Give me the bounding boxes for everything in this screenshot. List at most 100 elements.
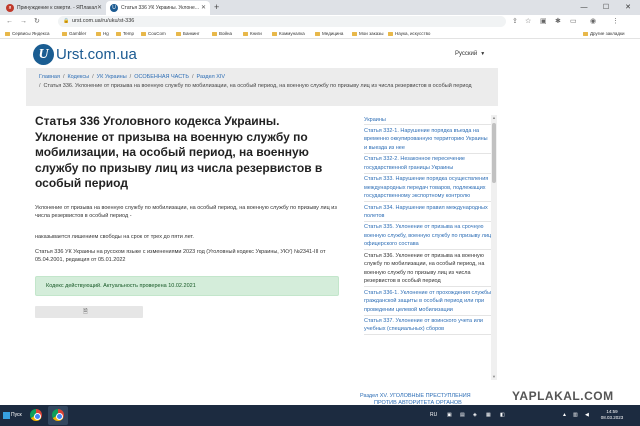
breadcrumb-codes[interactable]: Кодексы bbox=[67, 74, 89, 80]
windows-taskbar: Пуск RU ▣ ▤ ◈ ▦ ◧ ▲ ▥ ◀ 14:59 08.03.2023 bbox=[0, 405, 640, 426]
sidebar-item[interactable]: Статья 335. Уклонение от призыва на сроч… bbox=[364, 223, 492, 251]
scroll-down-icon[interactable]: ▼ bbox=[491, 374, 497, 380]
share-icon[interactable]: ⇪ bbox=[512, 16, 518, 27]
screen: я Принуждение к смерти. - ЯПлакал ✕ U Ст… bbox=[0, 0, 640, 426]
caret-down-icon: ▼ bbox=[480, 51, 486, 57]
bookmark-item[interactable]: Gambler bbox=[62, 28, 86, 39]
breadcrumb-separator: / bbox=[191, 74, 194, 80]
breadcrumb-special-part[interactable]: ОСОБЕННАЯ ЧАСТЬ bbox=[134, 74, 189, 80]
forward-icon[interactable]: → bbox=[20, 16, 27, 27]
bookmark-item[interactable]: Наука, искусство bbox=[388, 28, 430, 39]
sidebar-section-heading[interactable]: Раздел XV. УГОЛОВНЫЕ ПРЕСТУПЛЕНИЯ bbox=[360, 392, 494, 400]
taskbar-clock[interactable]: 14:59 08.03.2023 bbox=[598, 409, 626, 421]
watermark: YAPLAKAL.COM bbox=[512, 389, 614, 403]
sidebar-item[interactable]: Статья 332-2. Незаконное пересечение гос… bbox=[364, 155, 492, 174]
bookmark-item[interactable]: Книги bbox=[243, 28, 262, 39]
language-label: Русский bbox=[455, 51, 478, 57]
scroll-up-icon[interactable]: ▲ bbox=[491, 115, 497, 121]
browser-tab-bar: я Принуждение к смерти. - ЯПлакал ✕ U Ст… bbox=[0, 0, 640, 15]
folder-icon bbox=[212, 31, 217, 36]
url-input[interactable]: 🔒 urst.com.ua/ru/uku/st-336 bbox=[58, 16, 506, 27]
extensions-puzzle-icon[interactable]: ✱ bbox=[555, 16, 561, 27]
tab-yaplakal[interactable]: я Принуждение к смерти. - ЯПлакал ✕ bbox=[2, 1, 106, 15]
bookmark-item[interactable]: Война bbox=[212, 28, 232, 39]
sidebar-item[interactable]: Украины bbox=[364, 115, 492, 126]
show-hidden-icons[interactable]: ▲ bbox=[562, 405, 567, 426]
folder-icon bbox=[62, 31, 67, 36]
close-tab-icon[interactable]: ✕ bbox=[97, 1, 102, 15]
sidebar-item[interactable]: Статья 334. Нарушение правил международн… bbox=[364, 203, 492, 222]
lock-icon: 🔒 bbox=[63, 18, 70, 24]
folder-icon bbox=[176, 31, 181, 36]
breadcrumb-home[interactable]: Главная bbox=[39, 74, 60, 80]
minimize-window-icon[interactable]: — bbox=[573, 0, 595, 15]
bookmark-item[interactable]: Мои заказы bbox=[352, 28, 383, 39]
tray-app-icon[interactable]: ◈ bbox=[473, 405, 477, 426]
clock-date: 08.03.2023 bbox=[600, 415, 624, 420]
sidebar-article-list: Украины Статья 332-1. Нарушение порядка … bbox=[364, 115, 492, 390]
urst-favicon-icon: U bbox=[110, 4, 118, 12]
close-tab-icon[interactable]: ✕ bbox=[201, 1, 206, 15]
tray-app-icon[interactable]: ◧ bbox=[500, 405, 505, 426]
article-sanction: наказывается лишением свободы на срок от… bbox=[35, 234, 194, 240]
bookmark-item[interactable]: Temp bbox=[116, 28, 134, 39]
logo-text: Urst.com.ua bbox=[56, 46, 137, 63]
folder-icon bbox=[243, 31, 248, 36]
breadcrumb-uk[interactable]: УК Украины bbox=[97, 74, 127, 80]
breadcrumb-separator: / bbox=[39, 83, 41, 89]
folder-icon bbox=[315, 31, 320, 36]
download-button[interactable]: 🗎 bbox=[35, 306, 143, 318]
sidebar-icon[interactable]: ▭ bbox=[570, 16, 577, 27]
folder-icon bbox=[388, 31, 393, 36]
input-language[interactable]: RU bbox=[430, 405, 437, 426]
folder-icon bbox=[96, 31, 101, 36]
sidebar-item[interactable]: Статья 332-1. Нарушение порядка въезда н… bbox=[364, 126, 492, 154]
maximize-window-icon[interactable]: ☐ bbox=[595, 0, 617, 15]
breadcrumb-separator: / bbox=[92, 74, 94, 80]
bookmark-item[interactable]: Сервисы Яндекса bbox=[5, 28, 50, 39]
breadcrumb-current-text: Статья 336. Уклонение от призыва на воен… bbox=[43, 83, 472, 89]
extension-icon[interactable]: ▣ bbox=[540, 16, 547, 27]
network-icon[interactable]: ▥ bbox=[573, 405, 578, 426]
new-tab-button[interactable]: + bbox=[214, 1, 219, 14]
windows-logo-icon bbox=[3, 412, 10, 419]
folder-icon bbox=[116, 31, 121, 36]
bookmark-item[interactable]: Коммуналка bbox=[272, 28, 305, 39]
tray-app-icon[interactable]: ▦ bbox=[486, 405, 491, 426]
bookmark-item[interactable]: Медицина bbox=[315, 28, 343, 39]
taskbar-chrome-pinned[interactable] bbox=[26, 406, 46, 425]
bookmark-star-icon[interactable]: ☆ bbox=[525, 16, 531, 27]
tab-label: Принуждение к смерти. - ЯПлакал bbox=[17, 5, 98, 11]
start-button[interactable]: Пуск bbox=[2, 409, 26, 422]
menu-kebab-icon[interactable]: ⋮ bbox=[612, 16, 619, 27]
breadcrumb-section[interactable]: Раздел XIV bbox=[197, 74, 226, 80]
volume-icon[interactable]: ◀ bbox=[585, 405, 589, 426]
close-window-icon[interactable]: ✕ bbox=[617, 0, 639, 15]
bookmarks-bar: Сервисы Яндекса Gambler Hg Temp CouCom Б… bbox=[0, 28, 640, 39]
profile-avatar-icon[interactable]: ◉ bbox=[590, 16, 596, 27]
tray-app-icon[interactable]: ▤ bbox=[460, 405, 465, 426]
folder-icon bbox=[141, 31, 146, 36]
yaplakal-favicon-icon: я bbox=[6, 4, 14, 12]
taskbar-chrome-active[interactable] bbox=[48, 406, 68, 425]
breadcrumb-current: / Статья 336. Уклонение от призыва на вое… bbox=[39, 82, 479, 91]
sidebar-item[interactable]: Статья 333. Нарушение порядка осуществле… bbox=[364, 175, 492, 203]
bookmark-item[interactable]: Банкинг bbox=[176, 28, 200, 39]
tab-urst-article[interactable]: U Статья 336 УК Украины. Уклоне... ✕ bbox=[106, 1, 210, 15]
back-icon[interactable]: ← bbox=[6, 16, 13, 27]
sidebar-item[interactable]: Статья 337. Уклонение от воинского учета… bbox=[364, 317, 492, 336]
page-title: Статья 336 Уголовного кодекса Украины. У… bbox=[35, 114, 323, 191]
bookmark-item[interactable]: Hg bbox=[96, 28, 109, 39]
sidebar-item[interactable]: Статья 336-1. Уклонение от прохождения с… bbox=[364, 288, 492, 316]
bookmark-item[interactable]: CouCom bbox=[141, 28, 166, 39]
chrome-icon bbox=[30, 409, 42, 421]
reload-icon[interactable]: ↻ bbox=[34, 16, 40, 27]
tray-app-icon[interactable]: ▣ bbox=[447, 405, 452, 426]
chrome-icon bbox=[52, 409, 64, 421]
status-alert: Кодекс действующий. Актуальность провере… bbox=[35, 276, 339, 296]
language-selector[interactable]: Русский ▼ bbox=[455, 50, 485, 59]
other-bookmarks[interactable]: Другие закладки bbox=[583, 28, 624, 39]
scrollbar-thumb[interactable] bbox=[492, 123, 496, 183]
sidebar-scrollbar[interactable]: ▲ ▼ bbox=[491, 115, 497, 380]
folder-icon bbox=[583, 31, 588, 36]
